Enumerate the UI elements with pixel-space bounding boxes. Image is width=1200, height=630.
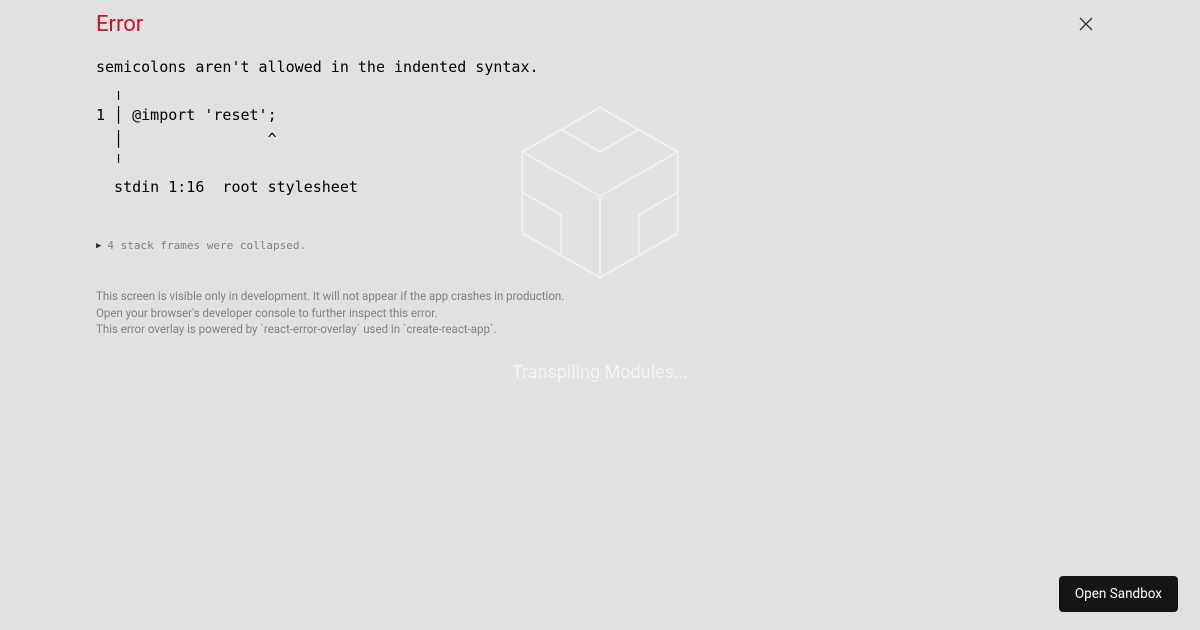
error-footer: This screen is visible only in developme… xyxy=(96,288,1104,338)
error-overlay: Error semicolons aren't allowed in the i… xyxy=(0,0,1200,338)
open-sandbox-button[interactable]: Open Sandbox xyxy=(1059,576,1178,612)
close-button[interactable] xyxy=(1076,15,1096,35)
footer-line: This error overlay is powered by `react-… xyxy=(96,321,1104,338)
transpiling-status: Transpiling Modules... xyxy=(512,362,688,383)
footer-line: This screen is visible only in developme… xyxy=(96,288,1104,305)
stack-collapse-label: 4 stack frames were collapsed. xyxy=(107,239,306,252)
error-title: Error xyxy=(96,12,1104,37)
error-message: semicolons aren't allowed in the indente… xyxy=(96,55,1104,199)
footer-line: Open your browser's developer console to… xyxy=(96,305,1104,322)
close-icon xyxy=(1079,15,1093,36)
stack-frames-toggle[interactable]: ▶ 4 stack frames were collapsed. xyxy=(96,239,1104,252)
chevron-right-icon: ▶ xyxy=(96,241,101,251)
